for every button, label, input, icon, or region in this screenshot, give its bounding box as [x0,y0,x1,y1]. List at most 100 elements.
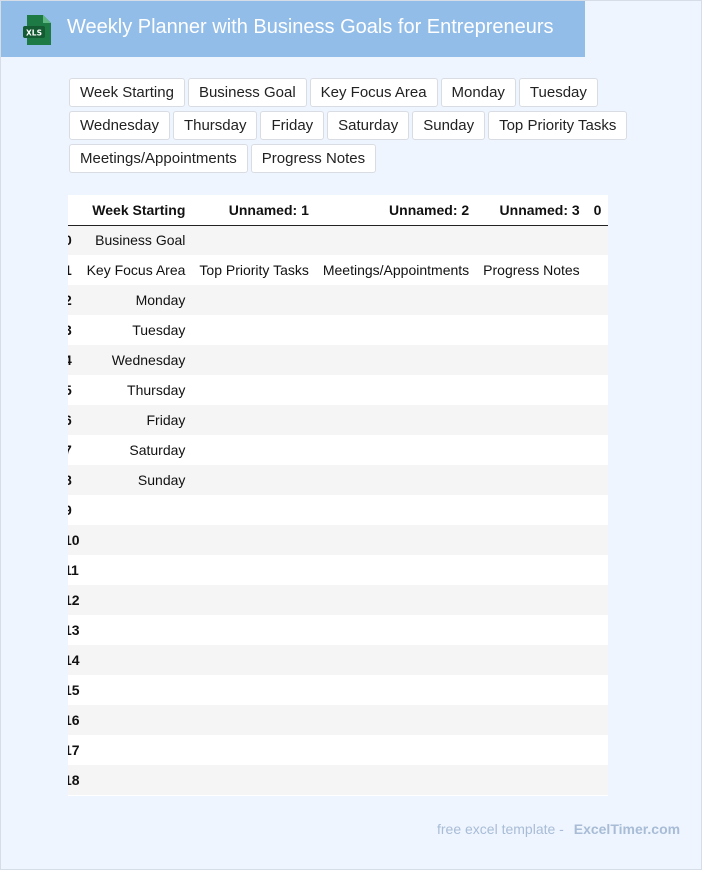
table-cell[interactable] [192,345,316,375]
column-header[interactable] [68,195,80,226]
table-cell[interactable]: Monday [79,285,193,315]
column-tag[interactable]: Tuesday [518,78,598,107]
column-tag[interactable]: Week Starting [69,78,185,107]
table-cell[interactable]: Progress Notes [476,255,587,285]
table-cell[interactable] [315,375,477,405]
column-tag[interactable]: Saturday [327,111,410,140]
table-cell[interactable] [476,555,587,585]
table-cell[interactable] [476,405,587,435]
table-cell[interactable] [192,675,316,705]
table-cell[interactable] [192,405,316,435]
table-cell[interactable] [586,255,608,285]
table-cell[interactable] [79,645,193,675]
table-cell[interactable]: Thursday [79,375,193,405]
column-header[interactable]: Unnamed: 3 [476,195,587,226]
table-cell[interactable]: Tuesday [79,315,193,345]
table-cell[interactable] [586,375,608,405]
table-cell[interactable] [192,315,316,345]
column-tag[interactable]: Monday [440,78,516,107]
table-cell[interactable]: Business Goal [79,225,193,255]
table-cell[interactable] [192,465,316,495]
table-cell[interactable] [192,225,316,255]
table-cell[interactable] [476,465,587,495]
footer-brand-link[interactable]: ExcelTimer.com [574,821,680,837]
table-cell[interactable] [476,615,587,645]
table-cell[interactable]: Sunday [79,465,193,495]
table-cell[interactable] [79,705,193,735]
table-cell[interactable] [192,735,316,765]
table-cell[interactable] [315,735,477,765]
table-cell[interactable] [476,645,587,675]
table-cell[interactable] [315,465,477,495]
table-cell[interactable] [192,645,316,675]
column-header[interactable]: 0 [586,195,608,226]
column-header[interactable]: Week Starting [79,195,193,226]
table-cell[interactable] [586,285,608,315]
table-cell[interactable] [315,585,477,615]
column-tag[interactable]: Progress Notes [250,144,377,173]
table-cell[interactable] [476,285,587,315]
table-cell[interactable] [586,585,608,615]
table-cell[interactable]: Saturday [79,435,193,465]
table-cell[interactable] [79,735,193,765]
table-cell[interactable] [476,735,587,765]
table-cell[interactable] [586,465,608,495]
table-cell[interactable] [192,765,316,795]
column-tag[interactable]: Sunday [412,111,486,140]
table-cell[interactable] [79,615,193,645]
table-cell[interactable] [315,495,477,525]
table-cell[interactable] [586,495,608,525]
column-tag[interactable]: Thursday [172,111,258,140]
table-cell[interactable] [192,555,316,585]
column-tag[interactable]: Business Goal [187,78,307,107]
table-cell[interactable] [192,525,316,555]
table-cell[interactable] [586,555,608,585]
table-cell[interactable] [586,675,608,705]
table-cell[interactable] [315,345,477,375]
table-cell[interactable] [79,765,193,795]
table-cell[interactable] [476,705,587,735]
table-cell[interactable] [476,315,587,345]
table-cell[interactable] [586,345,608,375]
table-cell[interactable]: Friday [79,405,193,435]
table-cell[interactable] [586,225,608,255]
table-cell[interactable] [79,555,193,585]
table-cell[interactable] [315,705,477,735]
table-cell[interactable] [476,495,587,525]
table-cell[interactable]: Meetings/Appointments [315,255,477,285]
data-table-container[interactable]: Week Starting Unnamed: 1 Unnamed: 2 Unnamed… [68,195,608,796]
table-cell[interactable] [315,675,477,705]
table-cell[interactable] [586,645,608,675]
table-cell[interactable] [476,675,587,705]
table-cell[interactable] [476,375,587,405]
table-cell[interactable] [586,435,608,465]
table-cell[interactable] [192,615,316,645]
table-cell[interactable] [586,705,608,735]
table-cell[interactable]: Top Priority Tasks [192,255,316,285]
table-cell[interactable] [315,525,477,555]
table-cell[interactable] [586,615,608,645]
table-cell[interactable] [315,285,477,315]
column-tag[interactable]: Top Priority Tasks [488,111,628,140]
table-cell[interactable] [79,525,193,555]
column-tag[interactable]: Friday [260,111,325,140]
table-cell[interactable] [192,435,316,465]
table-cell[interactable] [192,705,316,735]
table-cell[interactable] [476,525,587,555]
table-cell[interactable] [315,615,477,645]
table-cell[interactable] [586,315,608,345]
table-cell[interactable] [476,225,587,255]
table-cell[interactable] [79,675,193,705]
table-cell[interactable] [192,585,316,615]
column-tag[interactable]: Meetings/Appointments [69,144,248,173]
table-cell[interactable] [476,345,587,375]
table-cell[interactable] [476,435,587,465]
table-cell[interactable]: Wednesday [79,345,193,375]
table-cell[interactable] [315,645,477,675]
column-header[interactable]: Unnamed: 1 [192,195,316,226]
table-cell[interactable] [192,375,316,405]
column-header[interactable]: Unnamed: 2 [315,195,477,226]
table-cell[interactable] [586,765,608,795]
table-cell[interactable] [476,765,587,795]
table-cell[interactable] [586,735,608,765]
